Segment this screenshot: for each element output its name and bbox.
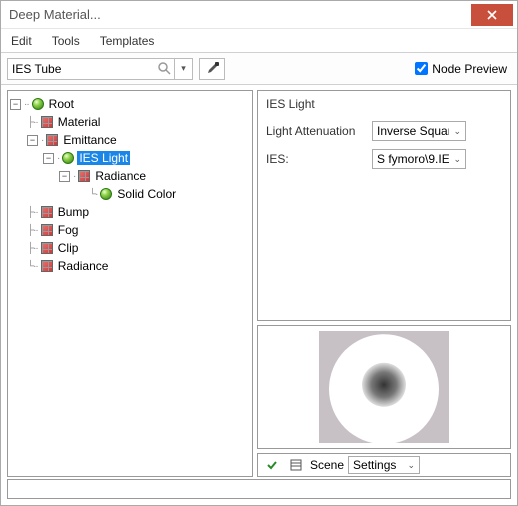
expander-emittance[interactable]: − — [27, 135, 38, 146]
menu-templates[interactable]: Templates — [96, 32, 159, 50]
tree-root[interactable]: Root — [47, 97, 76, 111]
settings-select[interactable]: Settings ⌄ — [348, 456, 420, 474]
preview-image — [319, 331, 449, 443]
eyedropper-button[interactable] — [199, 58, 225, 80]
node-icon — [62, 152, 74, 164]
search-input[interactable] — [7, 58, 175, 80]
expander-radiance[interactable]: − — [59, 171, 70, 182]
ies-label: IES: — [266, 152, 366, 166]
status-bar — [7, 479, 511, 499]
window-title: Deep Material... — [9, 7, 471, 22]
node-icon — [41, 206, 53, 218]
preview-toolbar: Scene Settings ⌄ — [257, 453, 511, 477]
list-icon — [290, 459, 302, 471]
apply-button[interactable] — [262, 456, 282, 474]
eyedropper-icon — [205, 62, 219, 76]
settings-value: Settings — [353, 458, 396, 472]
close-button[interactable] — [471, 4, 513, 26]
node-icon — [46, 134, 58, 146]
node-icon — [100, 188, 112, 200]
node-icon — [41, 260, 53, 272]
tree-radiance2[interactable]: Radiance — [56, 259, 111, 273]
check-icon — [266, 459, 278, 471]
tree-material[interactable]: Material — [56, 115, 103, 129]
search-dropdown-button[interactable]: ▾ — [175, 58, 193, 80]
ies-select[interactable]: S fymoro\9.IES ⌄ — [372, 149, 466, 169]
tree-fog[interactable]: Fog — [56, 223, 81, 237]
close-icon — [487, 10, 497, 20]
menu-edit[interactable]: Edit — [7, 32, 36, 50]
chevron-down-icon: ▾ — [181, 63, 186, 74]
tree-clip[interactable]: Clip — [56, 241, 81, 255]
chevron-down-icon: ⌄ — [453, 126, 461, 137]
attenuation-value: Inverse Square — [377, 124, 449, 138]
chevron-down-icon: ⌄ — [407, 460, 415, 471]
properties-title: IES Light — [266, 97, 502, 111]
menu-bar: Edit Tools Templates — [1, 29, 517, 53]
node-preview-toggle[interactable]: Node Preview — [415, 62, 507, 76]
node-icon — [78, 170, 90, 182]
menu-tools[interactable]: Tools — [48, 32, 84, 50]
scene-label: Scene — [310, 458, 344, 472]
tree-panel[interactable]: −··Root ├··Material −·Emittance −·IES Li… — [7, 90, 253, 477]
expander-ieslight[interactable]: − — [43, 153, 54, 164]
node-preview-checkbox[interactable] — [415, 62, 428, 75]
node-preview-label: Node Preview — [432, 62, 507, 76]
node-icon — [41, 242, 53, 254]
tree-emittance[interactable]: Emittance — [61, 133, 118, 147]
chevron-down-icon: ⌄ — [453, 154, 461, 165]
node-icon — [32, 98, 44, 110]
scene-list-button[interactable] — [286, 456, 306, 474]
preview-panel — [257, 325, 511, 449]
ies-value: S fymoro\9.IES — [377, 152, 449, 166]
expander-root[interactable]: − — [10, 99, 21, 110]
tree-bump[interactable]: Bump — [56, 205, 91, 219]
tree-radiance[interactable]: Radiance — [93, 169, 148, 183]
tree-solid-color[interactable]: Solid Color — [115, 187, 178, 201]
node-icon — [41, 224, 53, 236]
node-icon — [41, 116, 53, 128]
properties-panel: IES Light Light Attenuation Inverse Squa… — [257, 90, 511, 321]
attenuation-label: Light Attenuation — [266, 124, 366, 138]
attenuation-select[interactable]: Inverse Square ⌄ — [372, 121, 466, 141]
tree-ies-light[interactable]: IES Light — [77, 151, 130, 165]
toolbar: ▾ Node Preview — [1, 53, 517, 85]
